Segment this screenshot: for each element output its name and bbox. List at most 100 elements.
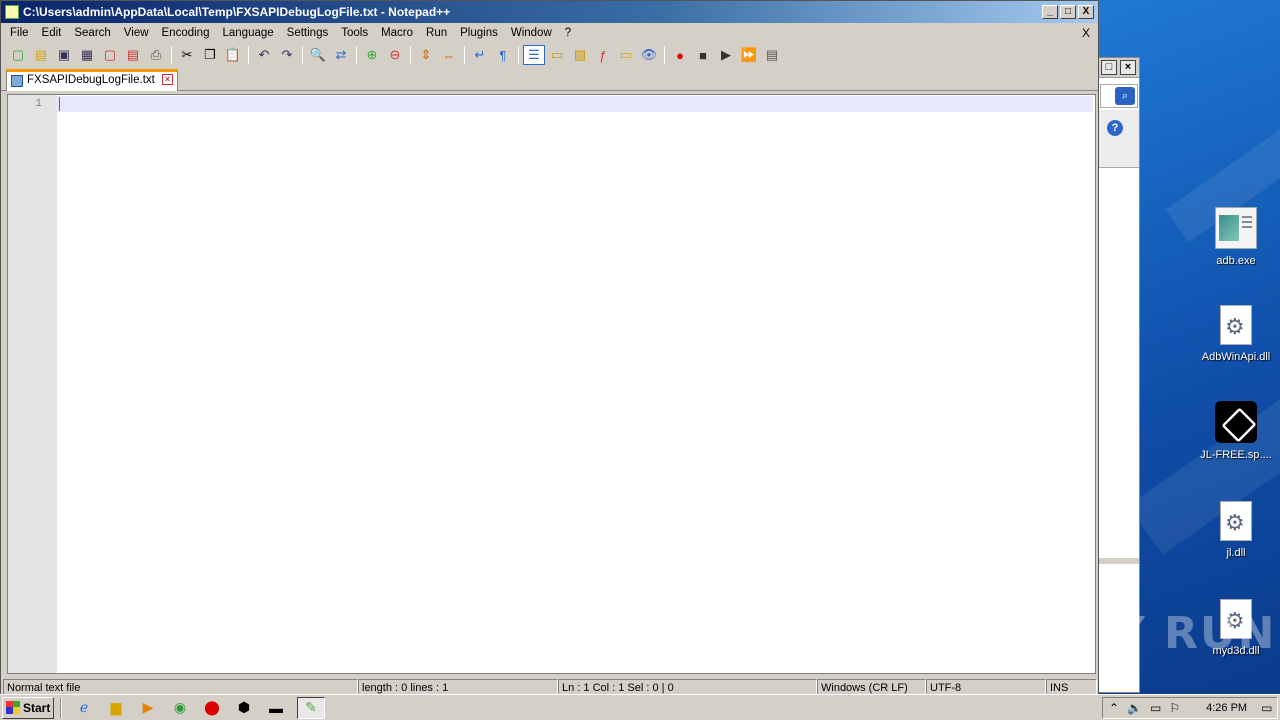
- menu-settings[interactable]: Settings: [280, 27, 335, 39]
- menu-search[interactable]: Search: [67, 27, 116, 39]
- menu-language[interactable]: Language: [215, 27, 279, 39]
- search-icon[interactable]: ⌕: [1115, 87, 1135, 105]
- command-prompt-icon[interactable]: ▬: [265, 697, 287, 719]
- tab-fxsapidebuglogfile[interactable]: FXSAPIDebugLogFile.txt ×: [6, 69, 179, 91]
- desktop-icon-label: jl.dll: [1226, 547, 1246, 559]
- show-hidden-icons-icon[interactable]: ⌃: [1109, 701, 1119, 715]
- toolbar-separator: [664, 46, 665, 64]
- redo-icon[interactable]: ↷: [276, 45, 298, 65]
- zoom-in-icon[interactable]: ⊕: [361, 45, 383, 65]
- line-number: 1: [35, 98, 42, 110]
- zoom-out-icon[interactable]: ⊖: [384, 45, 406, 65]
- text-caret: [59, 97, 60, 111]
- toolbar-separator: [171, 46, 172, 64]
- play-macro-icon[interactable]: ▶: [715, 45, 737, 65]
- tab-close-icon[interactable]: ×: [162, 74, 174, 86]
- close-button[interactable]: X: [1078, 5, 1094, 19]
- system-tray: ⌃ 🔈 ▭ ⚐ 4:26 PM ▭: [1102, 697, 1278, 719]
- record-macro-icon[interactable]: ●: [669, 45, 691, 65]
- new-file-icon[interactable]: ▢: [7, 45, 29, 65]
- monitoring-icon[interactable]: 👁: [638, 45, 660, 65]
- close-icon[interactable]: ×: [1120, 60, 1136, 75]
- menu-window[interactable]: Window: [504, 27, 558, 39]
- menu-macro[interactable]: Macro: [374, 27, 419, 39]
- menu-edit[interactable]: Edit: [35, 27, 68, 39]
- background-search-box[interactable]: ⌕: [1100, 84, 1138, 108]
- replace-icon[interactable]: ⇄: [330, 45, 352, 65]
- text-editor[interactable]: 1: [7, 94, 1096, 674]
- desktop-icon-jl-free[interactable]: JL-FREE.sp....: [1197, 401, 1275, 461]
- menu-help[interactable]: ?: [558, 27, 577, 39]
- volume-icon[interactable]: 🔈: [1127, 701, 1142, 715]
- network-icon[interactable]: ▭: [1150, 701, 1161, 715]
- toolbar-separator: [302, 46, 303, 64]
- close-file-icon[interactable]: ▢: [99, 45, 121, 65]
- desktop-icon-label: adb.exe: [1216, 255, 1256, 267]
- menu-run[interactable]: Run: [419, 27, 453, 39]
- windows-logo-icon: [6, 701, 20, 714]
- toolbar-separator: [248, 46, 249, 64]
- line-number-gutter: 1: [8, 95, 57, 673]
- start-button[interactable]: Start: [2, 696, 54, 719]
- title-bar[interactable]: C:\Users\admin\AppData\Local\Temp\FXSAPI…: [1, 1, 1098, 23]
- desktop-icon-label: JL-FREE.sp....: [1200, 449, 1272, 461]
- menu-file[interactable]: File: [3, 27, 35, 39]
- cube-app-icon[interactable]: ⬢: [233, 697, 255, 719]
- toolbar-separator: [410, 46, 411, 64]
- menu-tools[interactable]: Tools: [334, 27, 374, 39]
- indent-guide-icon[interactable]: ☰: [523, 45, 545, 65]
- window-title: C:\Users\admin\AppData\Local\Temp\FXSAPI…: [23, 5, 451, 19]
- close-all-icon[interactable]: ▤: [122, 45, 144, 65]
- show-all-chars-icon[interactable]: ¶: [492, 45, 514, 65]
- document-map-icon[interactable]: ▧: [569, 45, 591, 65]
- save-macro-icon[interactable]: ▤: [761, 45, 783, 65]
- sync-horizontal-icon[interactable]: ⇔: [438, 45, 460, 65]
- exe-icon: [1215, 207, 1257, 249]
- dll-icon: [1220, 305, 1252, 345]
- menu-plugins[interactable]: Plugins: [453, 27, 504, 39]
- media-player-icon[interactable]: ▶: [137, 697, 159, 719]
- show-desktop-icon[interactable]: ▭: [1261, 701, 1272, 715]
- help-icon[interactable]: ?: [1107, 120, 1123, 136]
- folder-workspace-icon[interactable]: ▭: [615, 45, 637, 65]
- internet-explorer-icon[interactable]: ℯ: [73, 697, 95, 719]
- save-icon[interactable]: ▣: [53, 45, 75, 65]
- current-line-highlight: [57, 96, 1093, 112]
- user-language-icon[interactable]: ▭: [546, 45, 568, 65]
- find-icon[interactable]: 🔍: [307, 45, 329, 65]
- minimize-button[interactable]: _: [1042, 5, 1058, 19]
- menu-encoding[interactable]: Encoding: [155, 27, 216, 39]
- undo-icon[interactable]: ↶: [253, 45, 275, 65]
- save-all-icon[interactable]: ▦: [76, 45, 98, 65]
- clock[interactable]: 4:26 PM: [1206, 702, 1247, 714]
- stop-macro-icon[interactable]: ■: [692, 45, 714, 65]
- background-pane: ?: [1099, 110, 1139, 168]
- copy-icon[interactable]: ❐: [199, 45, 221, 65]
- close-document-button[interactable]: X: [1082, 26, 1090, 40]
- start-label: Start: [23, 700, 51, 715]
- maximize-icon[interactable]: □: [1101, 60, 1117, 75]
- menu-bar: File Edit Search View Encoding Language …: [1, 23, 1098, 43]
- run-macro-multiple-icon[interactable]: ⏩: [738, 45, 760, 65]
- open-file-icon[interactable]: ▤: [30, 45, 52, 65]
- maximize-button[interactable]: □: [1060, 5, 1076, 19]
- notepad-app-icon[interactable]: [5, 5, 19, 19]
- desktop-icon-adbwinapi[interactable]: AdbWinApi.dll: [1197, 305, 1275, 363]
- tab-bar: FXSAPIDebugLogFile.txt ×: [1, 67, 1098, 91]
- print-icon[interactable]: ⎙: [145, 45, 167, 65]
- notepadpp-taskbar-icon[interactable]: ✎: [297, 696, 325, 719]
- desktop-icon-adb[interactable]: adb.exe: [1197, 207, 1275, 267]
- action-center-flag-icon[interactable]: ⚐: [1169, 701, 1180, 715]
- word-wrap-icon[interactable]: ↵: [469, 45, 491, 65]
- chrome-icon[interactable]: ◉: [169, 697, 191, 719]
- opera-icon[interactable]: ⬤: [201, 697, 223, 719]
- cut-icon[interactable]: ✂: [176, 45, 198, 65]
- paste-icon[interactable]: 📋: [222, 45, 244, 65]
- desktop-icon-label: AdbWinApi.dll: [1201, 351, 1271, 363]
- toolbar-separator: [464, 46, 465, 64]
- file-explorer-icon[interactable]: ▆: [105, 697, 127, 719]
- desktop-icon-jl-dll[interactable]: jl.dll: [1197, 501, 1275, 559]
- sync-vertical-icon[interactable]: ⇕: [415, 45, 437, 65]
- menu-view[interactable]: View: [117, 27, 155, 39]
- function-list-icon[interactable]: ƒ: [592, 45, 614, 65]
